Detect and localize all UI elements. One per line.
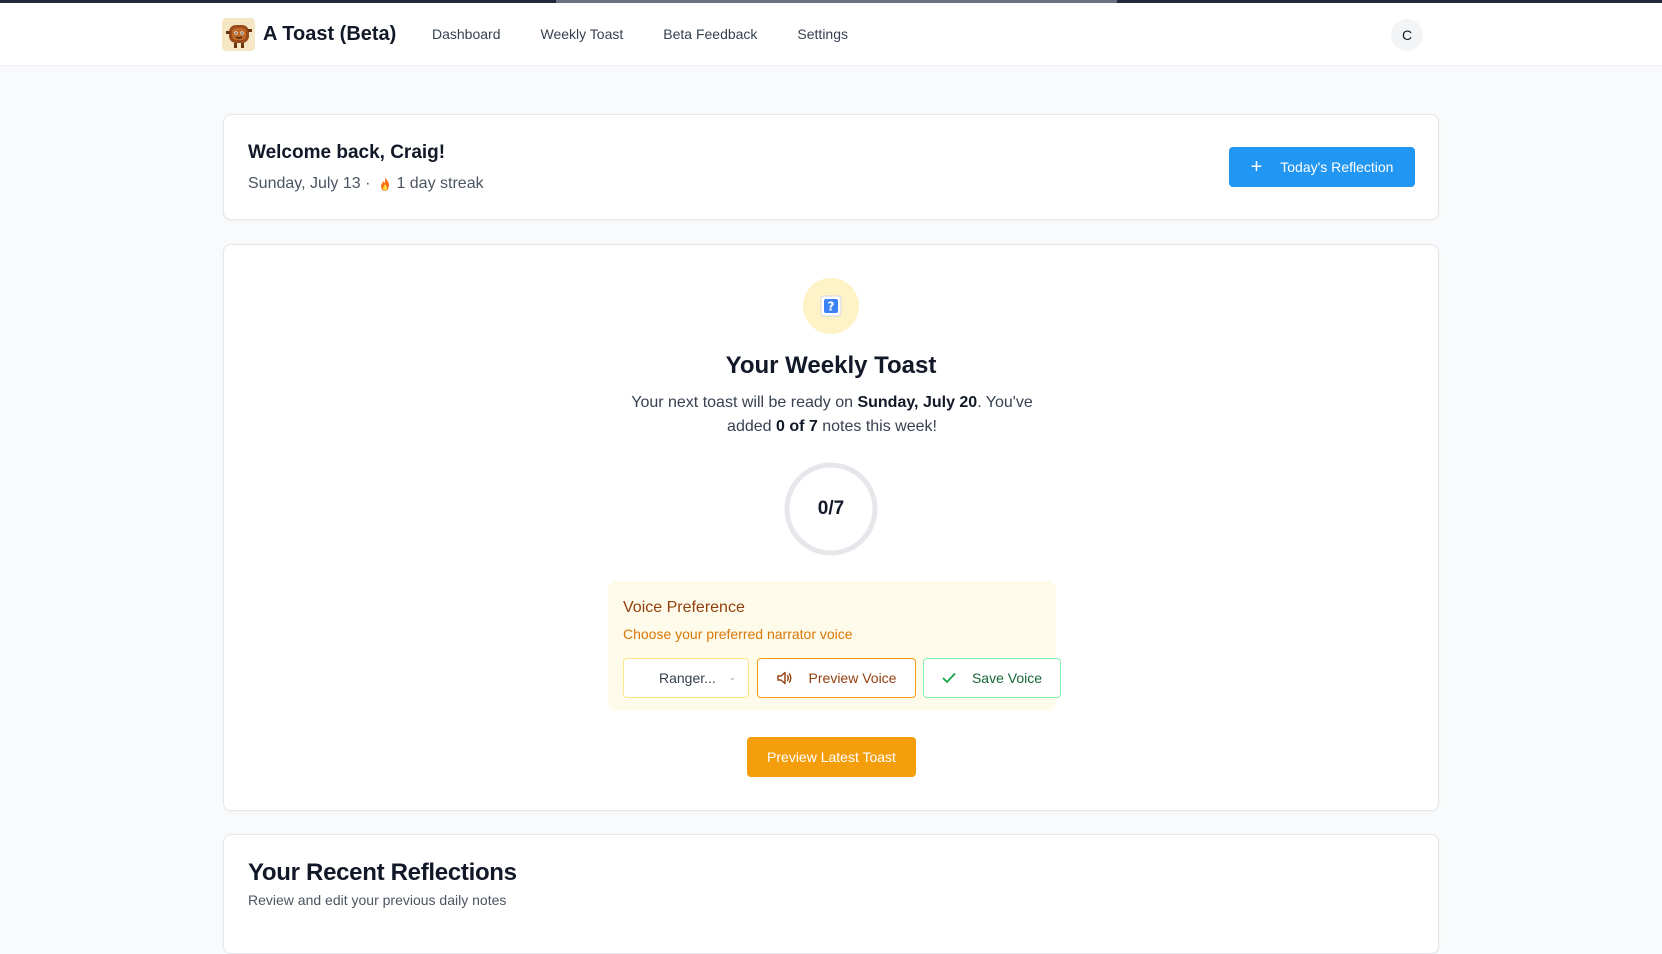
recent-reflections-subtitle: Review and edit your previous daily note…	[248, 892, 507, 908]
main-nav: Dashboard Weekly Toast Beta Feedback Set…	[432, 26, 888, 42]
streak-text: 1 day streak	[396, 175, 484, 192]
ready-date: Sunday, July 20	[857, 394, 978, 411]
voice-preference-title: Voice Preference	[623, 599, 745, 616]
app-title: A Toast (Beta)	[263, 23, 397, 45]
nav-item-beta-feedback[interactable]: Beta Feedback	[663, 26, 757, 42]
save-voice-button[interactable]: Save Voice	[923, 658, 1061, 698]
welcome-subline: Sunday, July 13 · 1 day streak	[248, 175, 484, 193]
notes-count: 0 of 7	[775, 418, 818, 435]
plus-icon: +	[1250, 156, 1263, 178]
voice-preference-panel: Voice Preference Choose your preferred n…	[608, 581, 1061, 711]
progress-label: 0/7	[817, 498, 845, 519]
current-date: Sunday, July 13 ·	[248, 175, 371, 192]
weekly-toast-card: ? Your Weekly Toast Your next toast will…	[223, 244, 1439, 811]
nav-item-settings[interactable]: Settings	[797, 26, 848, 42]
voice-select[interactable]: Ranger... ⌄	[623, 658, 749, 698]
todays-reflection-button[interactable]: + Today's Reflection	[1229, 147, 1415, 187]
recent-reflections-card: Your Recent Reflections Review and edit …	[223, 834, 1439, 954]
preview-voice-button[interactable]: Preview Voice	[757, 658, 916, 698]
fire-icon	[378, 176, 392, 192]
recent-reflections-title: Your Recent Reflections	[248, 859, 517, 886]
weekly-toast-description: Your next toast will be ready on Sunday,…	[631, 394, 1033, 435]
todays-reflection-label: Today's Reflection	[1280, 159, 1394, 175]
check-icon	[942, 672, 956, 684]
voice-preference-subtitle: Choose your preferred narrator voice	[623, 626, 853, 642]
preview-latest-toast-button[interactable]: Preview Latest Toast	[747, 737, 916, 777]
user-avatar[interactable]: C	[1391, 19, 1423, 51]
chevron-down-icon: ⌄	[728, 672, 736, 682]
save-voice-label: Save Voice	[971, 670, 1043, 686]
nav-item-weekly-toast[interactable]: Weekly Toast	[541, 26, 624, 42]
toast-character-icon	[222, 18, 255, 51]
brand[interactable]: A Toast (Beta)	[222, 18, 396, 51]
speaker-icon	[776, 671, 793, 685]
welcome-heading: Welcome back, Craig!	[248, 142, 446, 163]
top-navbar: A Toast (Beta) Dashboard Weekly Toast Be…	[0, 3, 1662, 66]
voice-select-value: Ranger...	[659, 670, 716, 686]
welcome-card: Welcome back, Craig! Sunday, July 13 · 1…	[223, 114, 1439, 220]
preview-voice-label: Preview Voice	[808, 670, 897, 686]
weekly-toast-title: Your Weekly Toast	[725, 352, 937, 379]
question-box-icon: ?	[803, 278, 859, 334]
nav-item-dashboard[interactable]: Dashboard	[432, 26, 501, 42]
svg-text:?: ?	[828, 300, 835, 314]
